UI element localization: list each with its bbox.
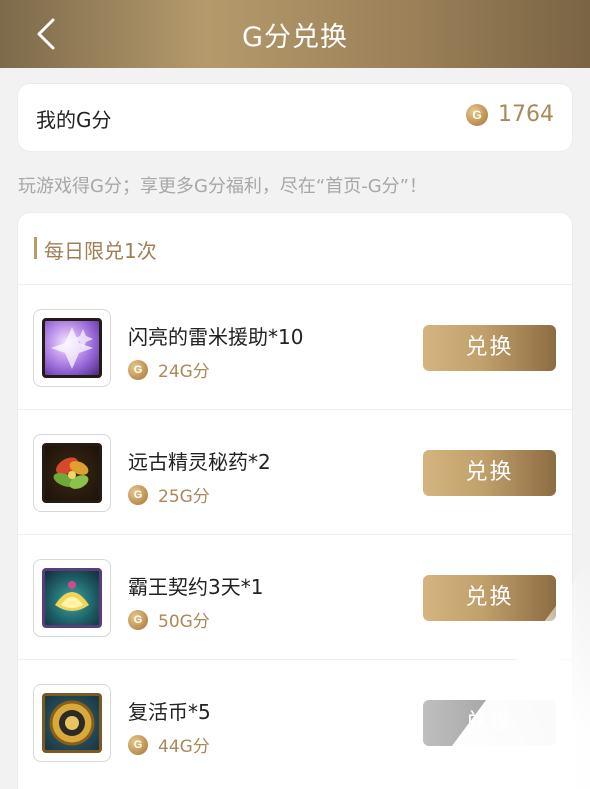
- list-item: 复活币*5 G 44G分 兑换: [18, 660, 572, 785]
- list-item: 闪亮的雷米援助*10 G 24G分 兑换: [18, 285, 572, 410]
- back-button[interactable]: [28, 16, 64, 52]
- item-name: 复活币*5: [128, 700, 211, 724]
- redeem-button[interactable]: 兑换: [423, 325, 556, 371]
- section-header: 每日限兑1次: [18, 213, 572, 285]
- item-thumbnail: [33, 309, 111, 387]
- g-points-tip: 玩游戏得G分；享更多G分福利，尽在“首页-G分”！: [18, 176, 427, 197]
- g-coin-icon: G: [128, 484, 148, 505]
- top-bar: G分兑换: [0, 0, 590, 68]
- g-coin-icon: G: [128, 734, 148, 755]
- item-cost: G 24G分: [128, 357, 210, 382]
- herb-potion-icon: [42, 443, 102, 503]
- g-coin-icon: G: [466, 103, 488, 126]
- item-cost: G 50G分: [128, 607, 210, 632]
- item-cost-value: 24G分: [158, 362, 210, 382]
- section-title: 每日限兑1次: [44, 239, 157, 263]
- item-cost-value: 44G分: [158, 737, 210, 757]
- page-title: G分兑换: [242, 21, 348, 53]
- g-coin-icon: G: [128, 359, 148, 380]
- g-points-balance: G 1764: [466, 102, 554, 127]
- item-thumbnail: [33, 434, 111, 512]
- item-cost-value: 50G分: [158, 612, 210, 632]
- section-accent-bar: [34, 237, 37, 259]
- g-coin-icon: G: [128, 609, 148, 630]
- item-name: 远古精灵秘药*2: [128, 450, 271, 474]
- item-cost: G 25G分: [128, 482, 210, 507]
- chevron-left-icon: [37, 18, 55, 50]
- g-points-card: 我的G分 G 1764: [18, 84, 572, 151]
- g-points-value: 1764: [498, 102, 554, 127]
- item-cost: G 44G分: [128, 732, 210, 757]
- item-cost-value: 25G分: [158, 487, 210, 507]
- redeem-button[interactable]: 兑换: [423, 700, 556, 746]
- list-item: 远古精灵秘药*2 G 25G分 兑换: [18, 410, 572, 535]
- item-thumbnail: [33, 684, 111, 762]
- exchange-list: 每日限兑1次 闪亮的雷米援助*10 G 24G分 兑换 远古精灵秘药*2 G 2…: [18, 213, 572, 789]
- redeem-button[interactable]: 兑换: [423, 575, 556, 621]
- golden-contract-icon: [42, 568, 102, 628]
- g-points-label: 我的G分: [36, 108, 112, 132]
- item-name: 霸王契约3天*1: [128, 575, 264, 599]
- revive-coin-icon: [42, 693, 102, 753]
- item-thumbnail: [33, 559, 111, 637]
- purple-crystal-icon: [42, 318, 102, 378]
- item-name: 闪亮的雷米援助*10: [128, 325, 304, 349]
- list-item: 霸王契约3天*1 G 50G分 兑换: [18, 535, 572, 660]
- redeem-button[interactable]: 兑换: [423, 450, 556, 496]
